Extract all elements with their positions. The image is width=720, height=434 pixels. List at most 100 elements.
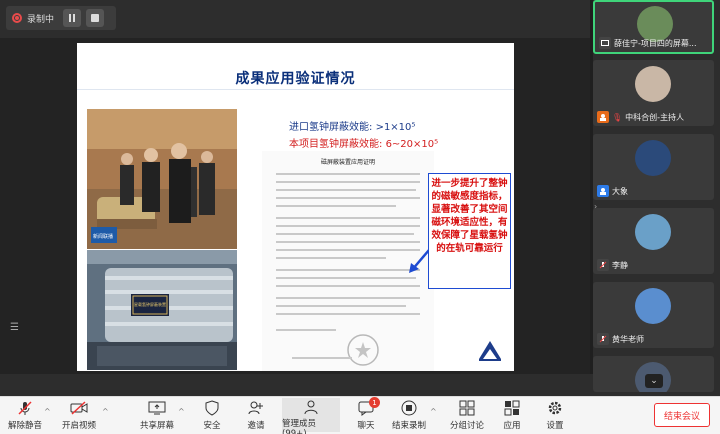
unmute-label: 解除静音 xyxy=(8,421,43,431)
muted-mic-icon xyxy=(16,399,34,417)
host-icon xyxy=(597,111,609,123)
participant-tile[interactable]: 🎙 中科合创-主持人 xyxy=(593,60,714,126)
manage-members-button[interactable]: 管理成员(99+) xyxy=(282,398,340,434)
invite-button[interactable]: 邀请 xyxy=(247,399,265,431)
security-button[interactable]: 安全 xyxy=(203,399,221,431)
muted-mic-icon xyxy=(597,333,609,345)
record-dot-icon xyxy=(12,13,22,23)
participant-name: 大象 xyxy=(612,186,628,196)
security-label: 安全 xyxy=(203,421,221,431)
participant-tile[interactable]: 李静 xyxy=(593,208,714,274)
doc-text-line xyxy=(276,217,420,219)
stat1-value: >1×10⁵ xyxy=(375,122,416,133)
pause-recording-button[interactable] xyxy=(63,9,82,27)
unmute-button[interactable]: 解除静音 xyxy=(8,399,42,431)
doc-text-line xyxy=(276,173,420,175)
scroll-down-icon[interactable]: ⌄ xyxy=(645,374,663,388)
avatar xyxy=(635,66,671,102)
slide-title: 成果应用验证情况 xyxy=(235,71,356,87)
share-screen-label: 共享屏幕 xyxy=(140,421,175,431)
start-video-button[interactable]: 开启视频 xyxy=(62,399,96,431)
callout-box: 进一步提升了整钟的磁敏感度指标，显著改善了其空间磁环境适应性，有效保障了星载氢钟… xyxy=(428,173,511,289)
end-meeting-button[interactable]: 结束会议 xyxy=(654,403,710,427)
document-title: 磁屏蔽装置应用证明 xyxy=(320,159,375,166)
doc-text-line xyxy=(276,249,420,251)
end-recording-button[interactable]: 结束录制 xyxy=(392,399,426,431)
import-clock-shielding: 进口氢钟屏蔽效能: >1×10⁵ xyxy=(289,118,415,133)
doc-text-line xyxy=(276,329,336,331)
meeting-window: 录制中 成果应用验证情况 新闻联播 星载氢钟屏蔽装置 进口氢钟屏蔽效能: >1×… xyxy=(0,0,720,434)
invite-label: 邀请 xyxy=(247,421,265,431)
doc-text-line xyxy=(276,285,420,287)
muted-mic-icon: 🎙 xyxy=(612,112,623,122)
doc-text-line xyxy=(276,197,420,199)
official-seal-icon xyxy=(347,334,379,366)
participant-name: 李静 xyxy=(612,260,628,270)
project-clock-shielding: 本项目氢钟屏蔽效能: 6~20×10⁵ xyxy=(289,135,438,150)
device-plate: 星载氢钟屏蔽装置 xyxy=(134,302,166,307)
participant-tile[interactable]: 黄华老师 xyxy=(593,282,714,348)
doc-text-line xyxy=(276,205,396,207)
doc-text-line xyxy=(276,225,420,227)
camera-off-icon xyxy=(70,399,88,417)
doc-text-line xyxy=(276,297,420,299)
avatar xyxy=(635,140,671,176)
participant-name: 黄华老师 xyxy=(612,334,644,344)
shield-icon xyxy=(203,399,221,417)
share-screen-button[interactable]: 共享屏幕 xyxy=(140,399,174,431)
record-stop-icon xyxy=(400,399,418,417)
apps-button[interactable]: 应用 xyxy=(503,399,521,431)
doc-text-line xyxy=(292,357,352,359)
participant-tile[interactable]: 大象 xyxy=(593,134,714,200)
doc-text-line xyxy=(276,277,416,279)
meeting-toolbar: 解除静音 ^ 开启视频 ^ 共享屏幕 ^ 安全 邀请 管理成员(99+) 1 聊… xyxy=(0,396,720,434)
doc-text-line xyxy=(276,189,416,191)
apps-icon xyxy=(503,399,521,417)
add-user-icon xyxy=(247,399,265,417)
doc-text-line xyxy=(276,269,420,271)
end-recording-label: 结束录制 xyxy=(392,421,427,431)
chevron-up-icon[interactable]: ^ xyxy=(102,407,109,416)
recording-indicator: 录制中 xyxy=(6,6,116,30)
stat1-label: 进口氢钟屏蔽效能: xyxy=(289,122,373,133)
presentation-slide: 成果应用验证情况 新闻联播 星载氢钟屏蔽装置 进口氢钟屏蔽效能: >1×10⁵ … xyxy=(77,43,514,371)
apps-label: 应用 xyxy=(503,421,521,431)
start-video-label: 开启视频 xyxy=(62,421,97,431)
muted-mic-icon xyxy=(597,259,609,271)
institute-logo-icon xyxy=(479,341,501,361)
doc-text-line xyxy=(276,241,420,243)
chevron-up-icon[interactable]: ^ xyxy=(430,407,437,416)
chat-button[interactable]: 1 聊天 xyxy=(357,397,380,431)
manage-members-label: 管理成员(99+) xyxy=(282,419,317,434)
chevron-up-icon[interactable]: ^ xyxy=(178,407,185,416)
participant-name: 中科合创-主持人 xyxy=(625,112,685,122)
doc-text-line xyxy=(276,233,414,235)
participant-tile[interactable]: 薛佳宁-项目四的屏幕... xyxy=(593,0,714,54)
breakout-icon xyxy=(458,399,476,417)
chat-label: 聊天 xyxy=(357,421,375,431)
stat2-value: 6~20×10⁵ xyxy=(385,139,439,150)
gear-icon xyxy=(546,399,564,417)
news-photo: 新闻联播 xyxy=(87,109,237,249)
chevron-up-icon[interactable]: ^ xyxy=(44,407,51,416)
tv-logo: 新闻联播 xyxy=(93,234,114,240)
doc-text-line xyxy=(276,181,420,183)
screen-share-icon xyxy=(599,37,611,49)
breakout-rooms-label: 分组讨论 xyxy=(450,421,485,431)
members-icon xyxy=(302,399,320,415)
settings-button[interactable]: 设置 xyxy=(546,399,564,431)
device-photo: 星载氢钟屏蔽装置 xyxy=(87,250,237,370)
doc-text-line xyxy=(276,305,406,307)
breakout-rooms-button[interactable]: 分组讨论 xyxy=(450,399,484,431)
recording-label: 录制中 xyxy=(27,14,55,25)
doc-text-line xyxy=(276,257,386,259)
share-screen-icon xyxy=(148,399,166,417)
doc-text-line xyxy=(276,313,420,315)
stop-recording-button[interactable] xyxy=(86,9,105,27)
participant-name: 薛佳宁-项目四的屏幕... xyxy=(614,38,697,48)
settings-label: 设置 xyxy=(546,421,564,431)
participant-tile[interactable]: ⌄ xyxy=(593,356,714,392)
user-icon xyxy=(597,185,609,197)
list-toggle-icon[interactable]: ☰ xyxy=(10,322,19,333)
stat2-label: 本项目氢钟屏蔽效能: xyxy=(289,139,383,150)
